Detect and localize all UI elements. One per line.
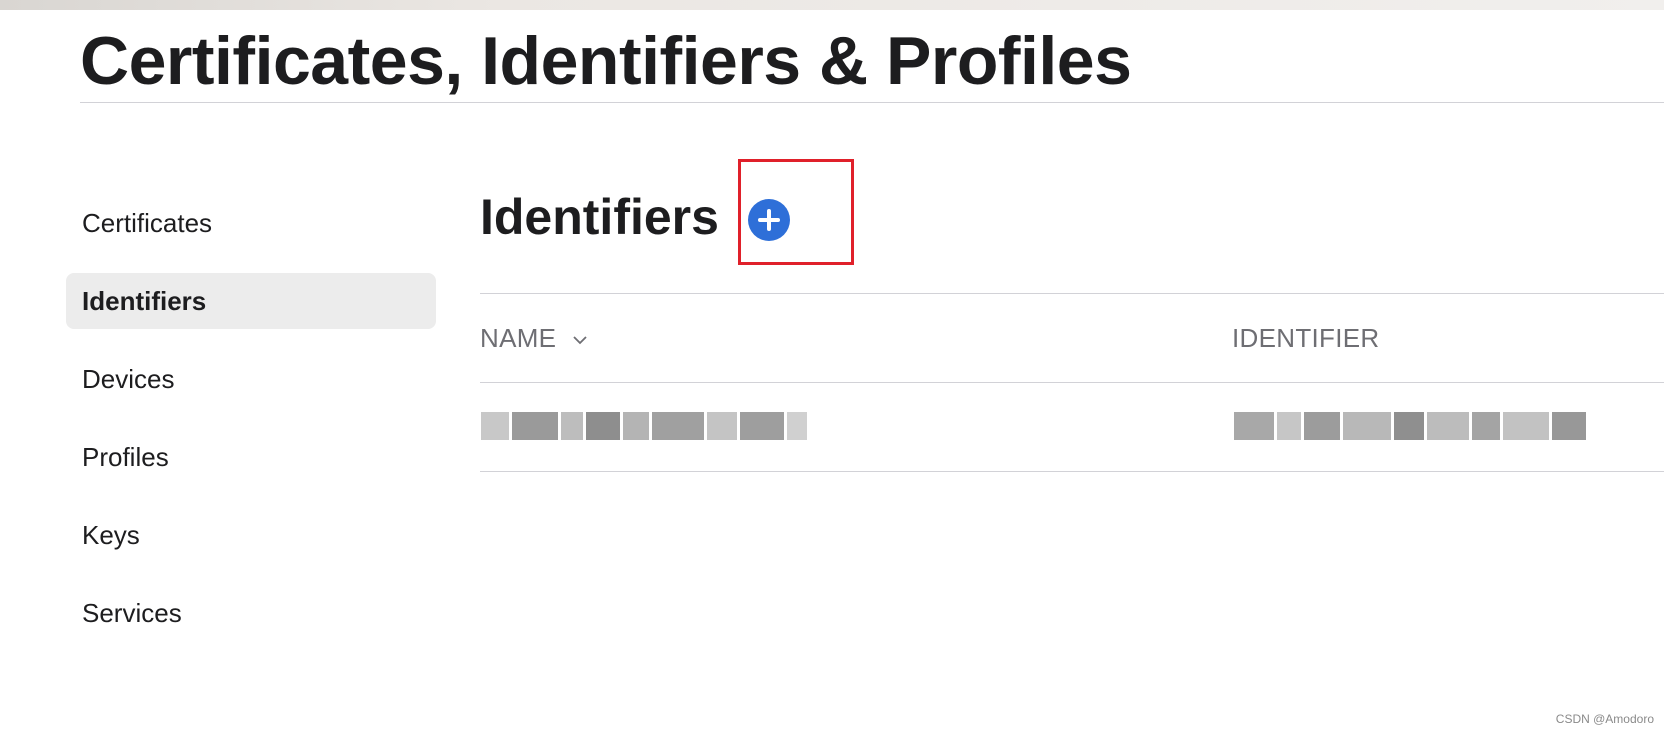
sidebar-item-label: Certificates xyxy=(82,208,213,238)
column-header-label: IDENTIFIER xyxy=(1232,323,1380,353)
sidebar-item-label: Identifiers xyxy=(82,286,207,316)
sidebar-nav: Certificates Identifiers Devices Profile… xyxy=(66,195,436,663)
watermark: CSDN @Amodoro xyxy=(1555,712,1654,726)
sidebar-item-label: Profiles xyxy=(82,442,169,472)
page-title: Certificates, Identifiers & Profiles xyxy=(80,23,1132,99)
chevron-down-icon xyxy=(573,336,587,345)
row-identifier-redacted xyxy=(1234,412,1586,440)
table-top-divider xyxy=(480,293,1664,294)
sidebar-item-services[interactable]: Services xyxy=(66,585,436,641)
sidebar-item-profiles[interactable]: Profiles xyxy=(66,429,436,485)
sidebar-item-label: Devices xyxy=(82,364,175,394)
column-header-label: NAME xyxy=(480,323,557,353)
row-name-redacted xyxy=(481,412,807,440)
sidebar-item-label: Services xyxy=(82,598,182,628)
browser-top-edge xyxy=(0,0,1664,10)
title-divider xyxy=(80,102,1664,103)
header-divider xyxy=(480,382,1664,383)
column-header-identifier[interactable]: IDENTIFIER xyxy=(1232,323,1379,354)
sidebar-item-keys[interactable]: Keys xyxy=(66,507,436,563)
section-title: Identifiers xyxy=(480,189,719,245)
sidebar-item-label: Keys xyxy=(82,520,140,550)
highlight-annotation xyxy=(738,159,854,265)
sidebar-item-devices[interactable]: Devices xyxy=(66,351,436,407)
sidebar-item-identifiers[interactable]: Identifiers xyxy=(66,273,436,329)
sidebar-item-certificates[interactable]: Certificates xyxy=(66,195,436,251)
row-divider xyxy=(480,471,1664,472)
column-header-name[interactable]: NAME xyxy=(480,323,588,354)
